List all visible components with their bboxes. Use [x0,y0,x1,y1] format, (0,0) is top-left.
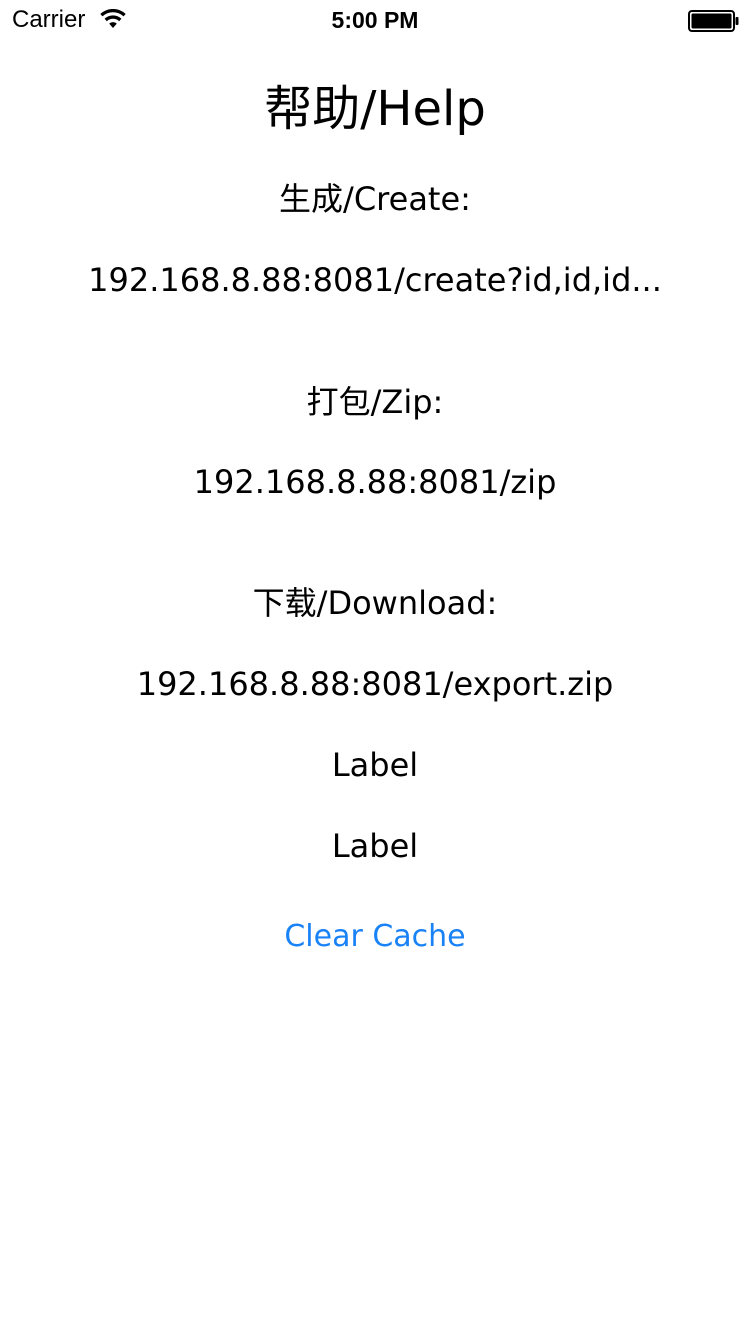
create-url: 192.168.8.88:8081/create?id,id,id... [88,261,662,299]
zip-label: 打包/Zip: [306,383,444,421]
battery-full-icon [688,10,739,32]
zip-url: 192.168.8.88:8081/zip [193,463,557,501]
download-label: 下载/Download: [252,584,498,622]
create-label: 生成/Create: [279,180,471,218]
status-bar: Carrier 5:00 PM [0,0,750,40]
page-title: 帮助/Help [264,81,486,137]
clear-cache-button[interactable]: Clear Cache [265,913,485,961]
status-time: 5:00 PM [331,7,419,33]
download-url: 192.168.8.88:8081/export.zip [136,665,614,703]
info-label-1: Label [331,746,419,784]
info-label-2: Label [331,827,419,865]
